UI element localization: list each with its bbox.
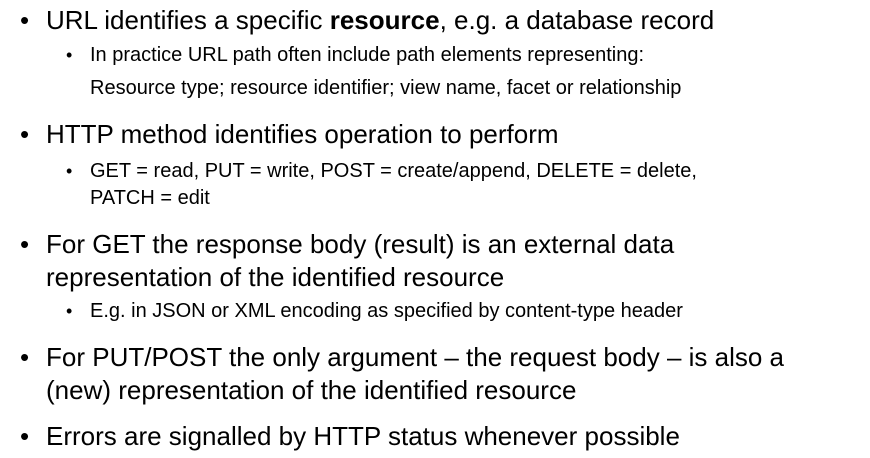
sub-bullet-dot-icon: • (66, 45, 73, 65)
bullet-errors: • Errors are signalled by HTTP status wh… (0, 420, 870, 453)
sub-bullet-line: E.g. in JSON or XML encoding as specifie… (90, 300, 683, 322)
sub-bullet-dot-icon: • (66, 301, 73, 321)
bullet-dot-icon: • (20, 5, 30, 35)
sub-bullet-line: GET = read, PUT = write, POST = create/a… (90, 160, 697, 182)
sub-bullet-line: Resource type; resource identifier; view… (90, 77, 682, 99)
bullet-dot-icon: • (20, 421, 30, 451)
bullet-text-bold: resource (329, 5, 440, 35)
sub-bullet: • In practice URL path often include pat… (0, 42, 870, 102)
bullet-http-method: HTTP method identifies operation to perf… (0, 118, 870, 212)
bullet-text: • For GET the response body (result) is … (0, 228, 870, 294)
bullet-line: (new) representation of the identified r… (46, 375, 577, 405)
bullet-put-post: • For PUT/POST the only argument – the r… (0, 341, 870, 407)
sub-bullet-line: In practice URL path often include path … (90, 44, 645, 66)
bullet-dot-icon: • (20, 119, 30, 149)
bullet-line: For PUT/POST the only argument – the req… (46, 342, 785, 372)
bullet-dot-icon: • (20, 342, 30, 372)
slide: • URL identifies a specific resource, e.… (0, 0, 870, 458)
bullet-text: HTTP method identifies operation to perf… (46, 119, 559, 149)
sub-bullet-line: PATCH = edit (90, 187, 210, 209)
sub-bullet-dot-icon: • (66, 161, 73, 181)
bullet-text-part: URL identifies a specific (46, 5, 330, 35)
bullet-line: Errors are signalled by HTTP status when… (46, 421, 680, 451)
bullet-text: • Errors are signalled by HTTP status wh… (0, 420, 870, 453)
sub-bullet: • GET = read, PUT = write, POST = create… (0, 158, 870, 212)
bullet-line: representation of the identified resourc… (46, 262, 505, 292)
bullet-text: • URL identifies a specific resource, e.… (0, 4, 870, 37)
bullet-line: For GET the response body (result) is an… (46, 229, 675, 259)
bullet-text-part: , e.g. a database record (439, 5, 715, 35)
bullet-text: • For PUT/POST the only argument – the r… (0, 341, 870, 407)
bullet-url-resource: • URL identifies a specific resource, e.… (0, 4, 870, 102)
sub-bullet: • E.g. in JSON or XML encoding as specif… (0, 298, 870, 325)
bullet-dot-icon: • (20, 229, 30, 259)
bullet-get-response: • For GET the response body (result) is … (0, 228, 870, 325)
